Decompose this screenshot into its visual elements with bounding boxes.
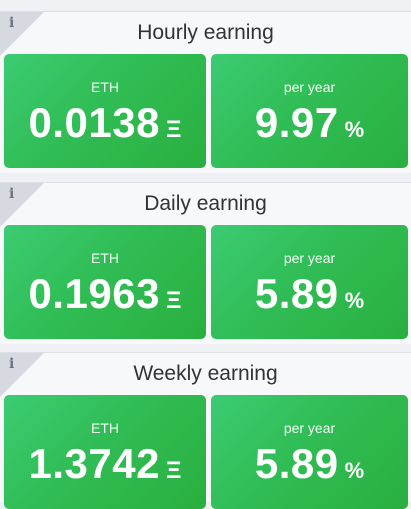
panel-title: Weekly earning [133, 362, 278, 385]
hourly-earning-panel: i Hourly earning ETH 0.0138 Ξ per year 9.… [0, 11, 411, 173]
eth-earning-card: ETH 0.1963 Ξ [4, 225, 206, 339]
card-value: 1.3742 Ξ [4, 439, 206, 499]
eth-amount: 0.1963 [28, 270, 160, 317]
card-label: ETH [91, 79, 119, 95]
eth-amount: 1.3742 [28, 440, 160, 487]
eth-unit: Ξ [166, 457, 182, 484]
card-value: 0.1963 Ξ [4, 269, 206, 329]
apy-card: per year 9.97% [211, 54, 408, 168]
apy-card: per year 5.89% [211, 395, 408, 509]
eth-amount: 0.0138 [28, 99, 160, 146]
apy-value: 5.89 [254, 270, 339, 317]
card-label: per year [283, 79, 336, 95]
card-value: 5.89% [211, 269, 408, 329]
card-value: 5.89% [211, 439, 408, 499]
panel-title: Hourly earning [137, 21, 274, 44]
card-label: per year [283, 250, 336, 266]
apy-value: 5.89 [254, 440, 339, 487]
card-value: 9.97% [211, 98, 408, 158]
panel-title: Daily earning [144, 192, 267, 215]
percent-unit: % [344, 117, 365, 142]
eth-unit: Ξ [166, 116, 182, 143]
card-label: ETH [91, 250, 119, 266]
percent-unit: % [344, 458, 365, 483]
daily-earning-panel: i Daily earning ETH 0.1963 Ξ per year 5.8… [0, 182, 411, 344]
eth-earning-card: ETH 0.0138 Ξ [4, 54, 206, 168]
percent-unit: % [344, 288, 365, 313]
apy-card: per year 5.89% [211, 225, 408, 339]
card-label: ETH [91, 420, 119, 436]
apy-value: 9.97 [254, 99, 339, 146]
weekly-earning-panel: i Weekly earning ETH 1.3742 Ξ per year 5.… [0, 352, 411, 509]
card-value: 0.0138 Ξ [4, 98, 206, 158]
eth-unit: Ξ [166, 287, 182, 314]
card-label: per year [283, 420, 336, 436]
eth-earning-card: ETH 1.3742 Ξ [4, 395, 206, 509]
